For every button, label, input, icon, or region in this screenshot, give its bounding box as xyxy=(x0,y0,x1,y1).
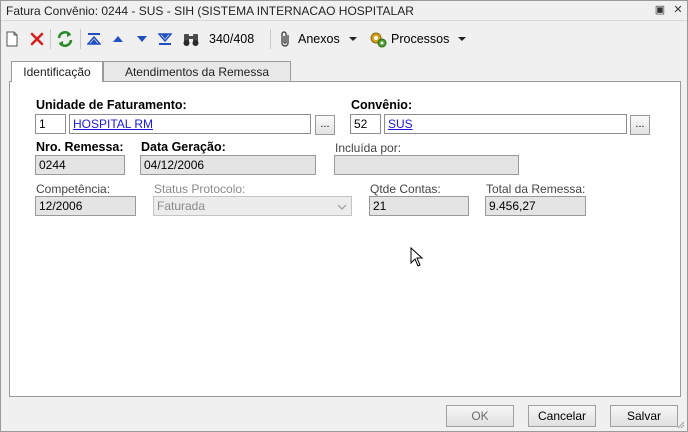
paperclip-icon xyxy=(281,31,289,47)
next-record-button[interactable] xyxy=(135,28,149,50)
chevron-down-icon xyxy=(337,204,347,210)
binoculars-icon xyxy=(183,34,199,46)
delete-record-button[interactable] xyxy=(29,28,45,50)
last-record-button[interactable] xyxy=(158,28,172,50)
refresh-icon xyxy=(57,31,73,47)
tab-strip: Identificação Atendimentos da Remessa xyxy=(9,61,681,82)
toolbar: 340/408 Anexos Processos xyxy=(1,23,687,55)
unidade-code-field[interactable]: 1 xyxy=(35,114,66,134)
dialog-window: Fatura Convênio: 0244 - SUS - SIH (SISTE… xyxy=(0,0,688,432)
arrow-up-icon xyxy=(113,36,123,42)
find-record-button[interactable] xyxy=(182,28,200,50)
previous-record-button[interactable] xyxy=(111,28,125,50)
dropdown-arrow-icon xyxy=(348,37,357,41)
unidade-lookup-button[interactable]: ... xyxy=(315,115,335,135)
resize-grip-icon[interactable] xyxy=(675,419,685,429)
competencia-field[interactable]: 12/2006 xyxy=(35,196,136,216)
nro-remessa-field: 0244 xyxy=(35,155,125,175)
identificacao-panel: Unidade de Faturamento: 1 HOSPITAL RM ..… xyxy=(9,81,681,397)
competencia-label: Competência: xyxy=(36,182,111,196)
tab-atendimentos-da-remessa[interactable]: Atendimentos da Remessa xyxy=(103,61,291,81)
restore-button[interactable]: ▣ xyxy=(653,3,667,17)
last-record-icon xyxy=(158,33,172,45)
total-remessa-field: 9.456,27 xyxy=(485,196,586,216)
processes-label: Processos xyxy=(391,32,450,46)
total-remessa-label: Total da Remessa: xyxy=(486,182,586,196)
convenio-code-field[interactable]: 52 xyxy=(350,114,381,134)
first-record-icon xyxy=(87,33,101,45)
save-button[interactable]: Salvar xyxy=(610,405,678,427)
qtde-contas-field: 21 xyxy=(369,196,469,216)
status-protocolo-value: Faturada xyxy=(157,199,206,213)
incluida-por-label: Incluída por: xyxy=(335,141,402,155)
new-document-icon xyxy=(6,31,18,47)
unidade-faturamento-label: Unidade de Faturamento: xyxy=(36,98,187,112)
window-title: Fatura Convênio: 0244 - SUS - SIH (SISTE… xyxy=(6,4,414,18)
ok-button[interactable]: OK xyxy=(446,405,514,427)
status-protocolo-select: Faturada xyxy=(153,196,352,216)
convenio-lookup-button[interactable]: ... xyxy=(630,115,650,135)
attachments-label: Anexos xyxy=(298,32,340,46)
data-geracao-label: Data Geração: xyxy=(141,140,226,154)
new-record-button[interactable] xyxy=(5,28,19,50)
nro-remessa-label: Nro. Remessa: xyxy=(36,140,124,154)
processes-menu[interactable]: Processos xyxy=(369,28,467,50)
delete-x-icon xyxy=(30,32,44,46)
status-protocolo-label: Status Protocolo: xyxy=(154,182,246,196)
cancel-button[interactable]: Cancelar xyxy=(528,405,596,427)
arrow-down-icon xyxy=(137,36,147,42)
mouse-cursor-icon xyxy=(410,247,424,267)
refresh-button[interactable] xyxy=(56,28,74,50)
close-button[interactable]: ✕ xyxy=(671,3,685,17)
title-bar: Fatura Convênio: 0244 - SUS - SIH (SISTE… xyxy=(1,1,687,21)
first-record-button[interactable] xyxy=(87,28,101,50)
convenio-name-field[interactable]: SUS xyxy=(384,114,627,134)
convenio-label: Convênio: xyxy=(351,98,413,112)
record-position: 340/408 xyxy=(209,32,255,46)
data-geracao-field: 04/12/2006 xyxy=(140,155,316,175)
dropdown-arrow-icon xyxy=(458,37,467,41)
unidade-name-field[interactable]: HOSPITAL RM xyxy=(69,114,311,134)
attachments-menu[interactable]: Anexos xyxy=(278,28,358,50)
qtde-contas-label: Qtde Contas: xyxy=(370,182,441,196)
gears-icon xyxy=(370,32,387,48)
incluida-por-field xyxy=(334,155,519,175)
tab-identificacao[interactable]: Identificação xyxy=(11,61,103,82)
